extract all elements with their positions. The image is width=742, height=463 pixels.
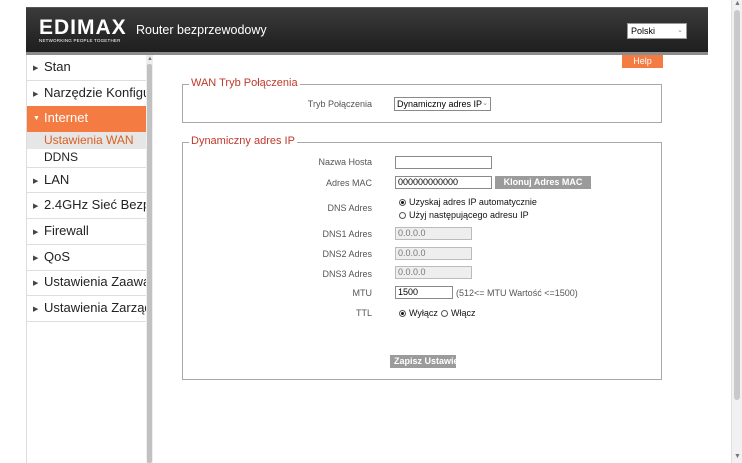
sidebar-subitem-label: Ustawienia WAN (44, 133, 134, 147)
hostname-input[interactable] (395, 156, 492, 169)
scroll-up-icon[interactable]: ▲ (734, 0, 741, 7)
sidebar-item-label: Firewall (44, 223, 89, 238)
dns2-input[interactable]: 0.0.0.0 (395, 247, 472, 260)
triangle-right-icon: ▶ (33, 178, 39, 185)
mac-address-input[interactable]: 000000000000 (395, 176, 492, 189)
radio-selected-icon (399, 199, 406, 206)
sidebar-item-label: Internet (44, 110, 89, 125)
dynamic-ip-legend: Dynamiczny adres IP (189, 135, 297, 147)
edimax-logo: EDIMAX NETWORKING PEOPLE TOGETHER (39, 16, 127, 44)
sidebar-item-siec-bezprzewodowa[interactable]: ▶ 2.4GHz Sieć Bezprzewodowa (27, 193, 146, 219)
radio-selected-icon (399, 310, 406, 317)
ttl-on-label: Włącz (451, 308, 476, 318)
chevron-down-icon: ⌄ (677, 27, 683, 34)
save-settings-button[interactable]: Zapisz Ustawienia (390, 355, 456, 368)
logo-wordmark: EDIMAX (39, 16, 127, 39)
page-scrollbar[interactable]: ▲ ▼ (731, 0, 742, 463)
sidebar-subitem-ustawienia-wan[interactable]: Ustawienia WAN (27, 132, 146, 149)
dns3-input[interactable]: 0.0.0.0 (395, 266, 472, 279)
triangle-down-icon: ▼ (33, 115, 40, 122)
sidebar-scrollbar[interactable]: ▲ (146, 55, 153, 463)
language-select[interactable]: Polski ⌄ (627, 23, 687, 39)
chevron-down-icon: ⌄ (482, 100, 488, 107)
dns-auto-label: Uzyskaj adres IP automatycznie (409, 197, 537, 207)
ttl-off-label: Wyłącz (409, 308, 438, 318)
dns-address-label: DNS Adres (327, 203, 372, 213)
connection-mode-value: Dynamiczny adres IP (397, 99, 483, 109)
triangle-right-icon: ▶ (33, 306, 39, 313)
dns3-label: DNS3 Adres (322, 269, 372, 279)
triangle-right-icon: ▶ (33, 229, 39, 236)
page-margin-left (0, 0, 26, 463)
router-header: EDIMAX NETWORKING PEOPLE TOGETHER Router… (26, 7, 708, 52)
hostname-label: Nazwa Hosta (318, 157, 372, 167)
mac-address-label: Adres MAC (325, 178, 372, 188)
clone-mac-button[interactable]: Klonuj Adres MAC (495, 176, 591, 189)
logo-tagline: NETWORKING PEOPLE TOGETHER (39, 38, 121, 43)
dns-manual-label: Użyj następującego adresu IP (409, 210, 529, 220)
mtu-hint: (512<= MTU Wartość <=1500) (456, 288, 578, 298)
scroll-down-icon[interactable]: ▼ (734, 453, 741, 460)
ttl-on-radio[interactable]: Włącz (441, 308, 476, 318)
sidebar-item-internet[interactable]: ▼ Internet (27, 106, 146, 132)
ttl-off-radio[interactable]: Wyłącz (399, 308, 438, 318)
sidebar-subitem-label: DDNS (44, 150, 79, 164)
triangle-right-icon: ▶ (33, 91, 39, 98)
sidebar-item-label: Narzędzie Konfiguracji (44, 85, 146, 100)
sidebar-item-ustawienia-zaawansowane[interactable]: ▶ Ustawienia Zaawansowane (27, 270, 146, 296)
mtu-input[interactable]: 1500 (395, 286, 453, 299)
help-button[interactable]: Help (622, 55, 663, 68)
sidebar-item-stan[interactable]: ▶ Stan (27, 55, 146, 81)
triangle-right-icon: ▶ (33, 203, 39, 210)
sidebar-item-label: 2.4GHz Sieć Bezprzewodowa (44, 197, 146, 212)
triangle-right-icon: ▶ (33, 65, 39, 72)
wan-mode-legend: WAN Tryb Połączenia (189, 77, 300, 89)
sidebar-item-narzedzie-konfiguracji[interactable]: ▶ Narzędzie Konfiguracji (27, 81, 146, 107)
sidebar-subitem-ddns[interactable]: DDNS (27, 149, 146, 166)
connection-mode-select[interactable]: Dynamiczny adres IP ⌄ (394, 97, 491, 111)
browser-viewport: EDIMAX NETWORKING PEOPLE TOGETHER Router… (0, 0, 742, 463)
sidebar-item-label: QoS (44, 249, 71, 264)
page-scroll-thumb[interactable] (734, 10, 740, 400)
triangle-right-icon: ▶ (33, 255, 39, 262)
dns1-input[interactable]: 0.0.0.0 (395, 227, 472, 240)
triangle-right-icon: ▶ (33, 280, 39, 287)
sidebar-item-label: Stan (44, 59, 71, 74)
sidebar-item-firewall[interactable]: ▶ Firewall (27, 219, 146, 245)
sidebar-item-label: LAN (44, 172, 70, 187)
sidebar-scroll-thumb[interactable] (147, 64, 152, 463)
mtu-label: MTU (352, 288, 373, 298)
connection-mode-label: Tryb Połączenia (307, 99, 372, 109)
sidebar-item-label: Ustawienia Zaawansowane (44, 274, 146, 289)
ttl-label: TTL (355, 308, 372, 318)
radio-unselected-icon (399, 212, 406, 219)
radio-unselected-icon (441, 310, 448, 317)
language-value: Polski (631, 26, 656, 36)
sidebar-item-ustawienia-zarzadzania[interactable]: ▶ Ustawienia Zarządzania (27, 296, 146, 322)
scroll-up-icon[interactable]: ▲ (147, 56, 153, 62)
dns-auto-radio[interactable]: Uzyskaj adres IP automatycznie (399, 197, 537, 207)
sidebar-nav: ▶ Stan ▶ Narzędzie Konfiguracji ▼ Intern… (26, 55, 146, 463)
page-title: Router bezprzewodowy (136, 23, 267, 37)
dns-manual-radio[interactable]: Użyj następującego adresu IP (399, 210, 529, 220)
sidebar-item-qos[interactable]: ▶ QoS (27, 245, 146, 271)
sidebar-item-label: Ustawienia Zarządzania (44, 300, 146, 315)
sidebar-item-lan[interactable]: ▶ LAN (27, 167, 146, 193)
dns2-label: DNS2 Adres (322, 249, 372, 259)
dns1-label: DNS1 Adres (322, 229, 372, 239)
